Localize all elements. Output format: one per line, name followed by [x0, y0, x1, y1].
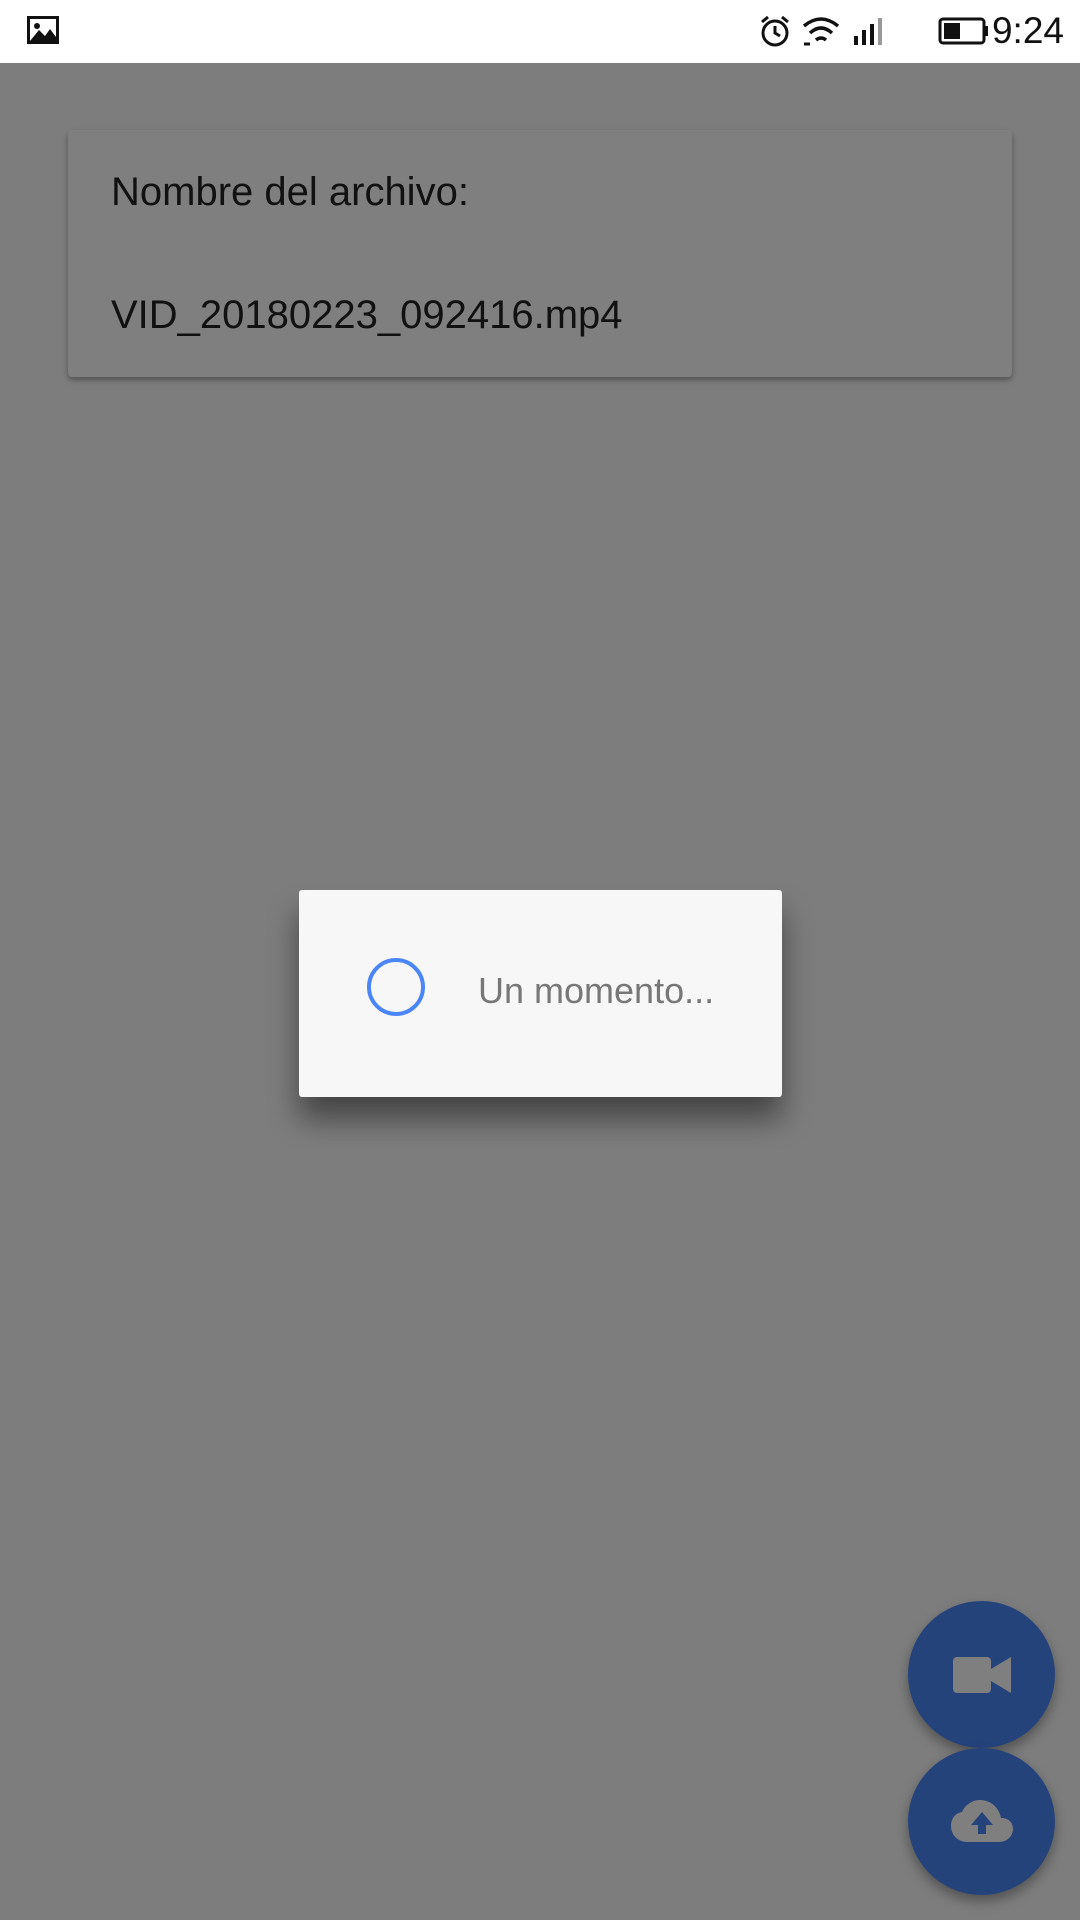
alarm-icon	[761, 15, 789, 47]
status-bar: 9:24	[0, 0, 1080, 63]
progress-dialog: Un momento...	[299, 890, 782, 1097]
wifi-icon	[802, 17, 840, 46]
dialog-message: Un momento...	[478, 970, 715, 1011]
status-time: 9:24	[991, 10, 1064, 51]
image-notification-icon	[27, 16, 59, 44]
loading-spinner-icon	[367, 958, 425, 1016]
signal-icon	[854, 18, 882, 45]
battery-icon	[938, 17, 988, 45]
